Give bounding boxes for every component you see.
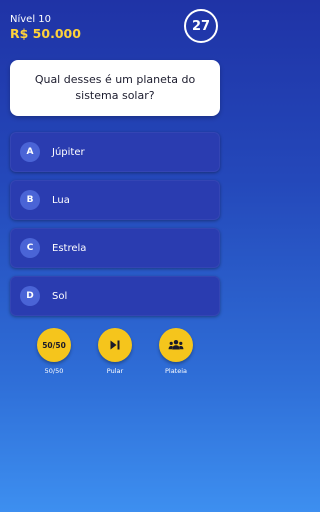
lifeline-fifty-fifty: 50/50 50/50 <box>29 328 79 375</box>
option-text: Estrela <box>52 242 87 254</box>
option-letter-badge: B <box>20 190 40 210</box>
prize-amount: R$ 50.000 <box>10 26 81 41</box>
answer-options: A Júpiter B Lua C Estrela D Sol <box>10 132 220 324</box>
question-card: Qual desses é um planeta do sistema sola… <box>10 60 220 116</box>
option-letter-badge: A <box>20 142 40 162</box>
timer-value: 27 <box>191 18 211 34</box>
answer-option-b[interactable]: B Lua <box>10 180 220 220</box>
option-letter-badge: D <box>20 286 40 306</box>
answer-option-d[interactable]: D Sol <box>10 276 220 316</box>
skip-button[interactable] <box>98 328 132 362</box>
lifeline-audience: Plateia <box>151 328 201 375</box>
option-letter-badge: C <box>20 238 40 258</box>
fifty-fifty-button[interactable]: 50/50 <box>37 328 71 362</box>
lifeline-caption: Plateia <box>164 367 188 375</box>
option-text: Júpiter <box>52 146 85 158</box>
countdown-timer: 27 <box>184 9 218 43</box>
lifeline-skip: Pular <box>90 328 140 375</box>
question-text: Qual desses é um planeta do sistema sola… <box>34 73 196 102</box>
answer-option-a[interactable]: A Júpiter <box>10 132 220 172</box>
skip-icon <box>110 340 120 350</box>
audience-icon <box>168 340 184 350</box>
option-text: Sol <box>52 290 68 302</box>
option-text: Lua <box>52 194 70 206</box>
lifeline-caption: Pular <box>106 367 124 375</box>
lifelines-bar: 50/50 50/50 Pular Plateia <box>0 328 230 378</box>
answer-option-c[interactable]: C Estrela <box>10 228 220 268</box>
lifeline-caption: 50/50 <box>44 367 64 375</box>
audience-button[interactable] <box>159 328 193 362</box>
level-label: Nível 10 <box>10 14 52 25</box>
